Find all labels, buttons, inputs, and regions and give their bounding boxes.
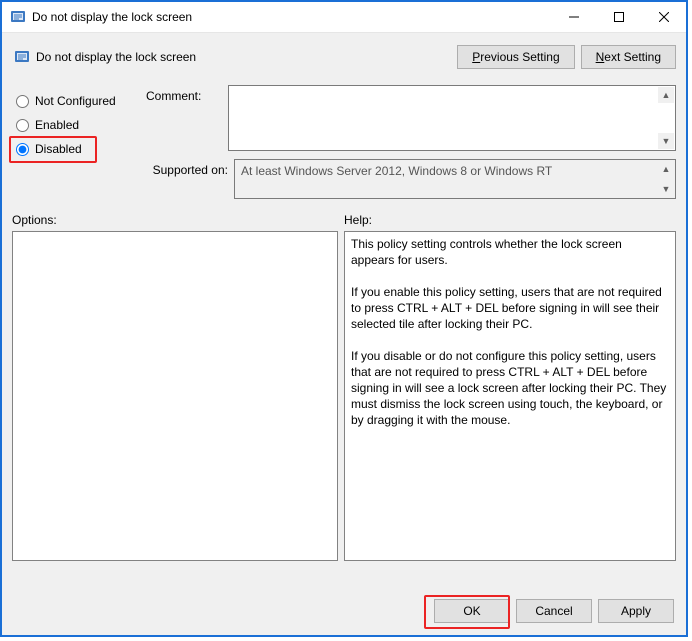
window-title: Do not display the lock screen xyxy=(32,10,551,24)
radio-not-configured-input[interactable] xyxy=(16,95,29,108)
options-label: Options: xyxy=(12,213,344,227)
apply-button[interactable]: Apply xyxy=(598,599,674,623)
gpo-icon xyxy=(14,49,30,65)
scroll-down-icon[interactable]: ▼ xyxy=(658,133,674,149)
help-pane: This policy setting controls whether the… xyxy=(344,231,676,561)
previous-setting-button[interactable]: Previous Setting xyxy=(457,45,574,69)
dialog-window: Do not display the lock screen D xyxy=(0,0,688,637)
scroll-down-icon: ▼ xyxy=(658,181,674,197)
fields: Comment: ▲ ▼ Supported on: At least Wind… xyxy=(140,81,676,199)
radio-label: Enabled xyxy=(35,118,79,132)
scroll-up-icon[interactable]: ▲ xyxy=(658,87,674,103)
content-area: Do not display the lock screen Previous … xyxy=(2,33,686,635)
help-paragraph: If you enable this policy setting, users… xyxy=(351,284,667,332)
gpo-icon xyxy=(10,9,26,25)
maximize-button[interactable] xyxy=(596,2,641,32)
supported-on-field: At least Windows Server 2012, Windows 8 … xyxy=(234,159,676,199)
radio-enabled-input[interactable] xyxy=(16,119,29,132)
ok-button[interactable]: OK xyxy=(434,599,510,623)
radio-enabled[interactable]: Enabled xyxy=(12,113,140,137)
options-pane xyxy=(12,231,338,561)
help-label: Help: xyxy=(344,213,372,227)
help-paragraph: This policy setting controls whether the… xyxy=(351,236,667,268)
radio-disabled[interactable]: Disabled xyxy=(12,137,140,161)
policy-title: Do not display the lock screen xyxy=(36,50,451,64)
next-setting-button[interactable]: Next Setting xyxy=(581,45,676,69)
minimize-button[interactable] xyxy=(551,2,596,32)
radio-not-configured[interactable]: Not Configured xyxy=(12,89,140,113)
panes: This policy setting controls whether the… xyxy=(12,231,676,589)
state-and-comment: Not Configured Enabled Disabled Comment: xyxy=(12,81,676,199)
footer-buttons: OK Cancel Apply xyxy=(12,589,676,625)
radio-label: Not Configured xyxy=(35,94,116,108)
comment-label: Comment: xyxy=(146,85,228,151)
cancel-button[interactable]: Cancel xyxy=(516,599,592,623)
help-paragraph: If you disable or do not configure this … xyxy=(351,348,667,428)
radio-label: Disabled xyxy=(35,142,82,156)
panes-labels: Options: Help: xyxy=(12,213,676,227)
radio-disabled-input[interactable] xyxy=(16,143,29,156)
scroll-up-icon: ▲ xyxy=(658,161,674,177)
header-row: Do not display the lock screen Previous … xyxy=(12,39,676,75)
close-button[interactable] xyxy=(641,2,686,32)
state-radio-group: Not Configured Enabled Disabled xyxy=(12,81,140,199)
titlebar: Do not display the lock screen xyxy=(2,2,686,33)
comment-textarea[interactable]: ▲ ▼ xyxy=(228,85,676,151)
supported-on-label: Supported on: xyxy=(146,159,234,199)
